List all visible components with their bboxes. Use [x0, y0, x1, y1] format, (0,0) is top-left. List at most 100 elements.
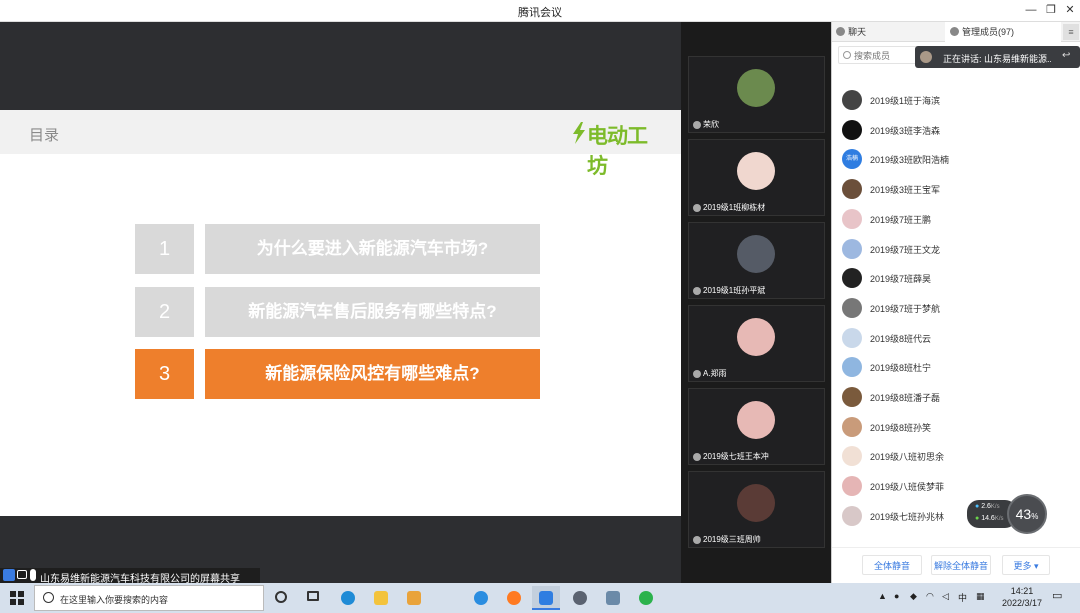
- chevron-up-icon[interactable]: ▲: [878, 591, 887, 601]
- tab-members[interactable]: 管理成员(97): [962, 25, 1014, 38]
- mic-icon[interactable]: ●: [894, 591, 899, 601]
- mute-all-button[interactable]: 全体静音: [862, 555, 922, 575]
- video-tile[interactable]: 2019级七班王本冲: [688, 388, 825, 465]
- download-value: 14.6: [981, 515, 995, 522]
- toc-text: 新能源保险风控有哪些难点?: [205, 349, 540, 399]
- wifi-icon[interactable]: ◠: [926, 591, 934, 602]
- avatar: [842, 327, 862, 348]
- app-icon[interactable]: [599, 586, 627, 610]
- video-tile[interactable]: 2019级1班柳栋材: [688, 139, 825, 216]
- video-name: 2019级七班王本冲: [703, 452, 769, 461]
- shield-icon[interactable]: ◆: [910, 591, 917, 602]
- multitask-icon[interactable]: [300, 586, 328, 610]
- member-item[interactable]: 2019级3班李浩森: [842, 118, 1072, 142]
- logo-text: 电动工坊: [587, 125, 648, 178]
- clock-date: 2022/3/17: [1001, 598, 1043, 608]
- member-name: 2019级7班于梦航: [870, 303, 941, 314]
- task-view-icon[interactable]: [268, 586, 296, 610]
- member-item[interactable]: 2019级8班杜宁: [842, 355, 1072, 379]
- member-name: 2019级7班薛昊: [870, 274, 932, 285]
- member-item[interactable]: 2019级7班王文龙: [842, 237, 1072, 261]
- toc-number: 3: [135, 349, 194, 399]
- avatar: [842, 179, 862, 200]
- avatar: [737, 152, 775, 190]
- member-search[interactable]: [838, 46, 918, 64]
- restore-icon[interactable]: ❐: [1043, 3, 1059, 17]
- member-item[interactable]: 2019级八班初思余: [842, 444, 1072, 468]
- member-name: 2019级八班侯梦菲: [870, 482, 945, 493]
- member-item[interactable]: 2019级1班于海滨: [842, 88, 1072, 112]
- avatar: 浩楠: [842, 149, 862, 170]
- chat-icon: [836, 27, 845, 36]
- video-tile[interactable]: 2019级三班周帅: [688, 471, 825, 548]
- avatar: [842, 387, 862, 407]
- member-item[interactable]: 2019级7班于梦航: [842, 296, 1072, 320]
- taskbar-search-placeholder: 在这里输入你要搜索的内容: [60, 595, 169, 605]
- avatar: [842, 238, 862, 259]
- mic-icon: [693, 536, 701, 544]
- avatar: [737, 484, 775, 522]
- store-icon[interactable]: [400, 586, 428, 610]
- firefox-icon[interactable]: [500, 586, 528, 610]
- windows-start-icon[interactable]: [10, 591, 24, 605]
- member-item[interactable]: 2019级八班侯梦菲: [842, 474, 1072, 498]
- member-item[interactable]: 2019级3班王宝军: [842, 177, 1072, 201]
- member-item[interactable]: 2019级8班代云: [842, 326, 1072, 350]
- avatar: [737, 235, 775, 273]
- mic-icon: [693, 453, 701, 461]
- ime-indicator[interactable]: 中: [958, 591, 967, 604]
- window-titlebar: 腾讯会议 — ❐ ✕: [0, 0, 1080, 22]
- more-button[interactable]: 更多 ▾: [1002, 555, 1050, 575]
- edge-icon[interactable]: [334, 586, 362, 610]
- video-name: 荣欣: [703, 120, 719, 129]
- member-name: 2019级8班杜宁: [870, 363, 932, 374]
- member-name: 2019级3班王宝军: [870, 185, 941, 196]
- member-item[interactable]: 2019级7班王鹏: [842, 207, 1072, 231]
- wechat-icon[interactable]: [632, 586, 660, 610]
- search-input[interactable]: [854, 49, 914, 62]
- ime-grid-icon[interactable]: ▦: [976, 591, 985, 602]
- search-icon: [43, 592, 54, 603]
- memory-percent: 43%: [1007, 494, 1047, 534]
- close-icon[interactable]: ✕: [1062, 3, 1078, 17]
- reply-icon[interactable]: ↩: [1062, 50, 1076, 64]
- avatar: [842, 297, 862, 318]
- member-item[interactable]: 浩楠 2019级3班欧阳浩楠: [842, 147, 1072, 171]
- user-icon: [3, 569, 15, 581]
- unmute-all-button[interactable]: 解除全体静音: [931, 555, 991, 575]
- taskbar: 在这里输入你要搜索的内容 ▲ ● ◆ ◠ ◁ 中 ▦ 14:21 2022/3/…: [0, 583, 1080, 613]
- network-speed-widget[interactable]: ● 2.6K/s ● 14.6K/s 43%: [967, 494, 1047, 534]
- video-tile[interactable]: 荣欣: [688, 56, 825, 133]
- clock-time: 14:21: [1010, 586, 1034, 596]
- tencent-meeting-icon[interactable]: [532, 586, 560, 610]
- member-name: 2019级八班初思余: [870, 452, 945, 463]
- screen-icon: [17, 570, 27, 579]
- ie-icon[interactable]: [467, 586, 495, 610]
- panel-actions: 全体静音 解除全体静音 更多 ▾: [832, 547, 1080, 583]
- avatar: [842, 268, 862, 289]
- minimize-icon[interactable]: —: [1023, 3, 1039, 17]
- clock[interactable]: 14:21 2022/3/17: [998, 585, 1046, 609]
- member-item[interactable]: 2019级7班薛昊: [842, 266, 1072, 290]
- avatar: [842, 476, 862, 497]
- avatar: [842, 119, 862, 140]
- avatar: [842, 505, 862, 526]
- video-tile[interactable]: A.郑雨: [688, 305, 825, 382]
- member-item[interactable]: 2019级8班潘子磊: [842, 385, 1072, 409]
- window-title: 腾讯会议: [518, 7, 562, 19]
- app-icon[interactable]: [566, 586, 594, 610]
- mic-icon: [693, 204, 701, 212]
- more-label: 更多: [1013, 561, 1032, 571]
- notification-icon[interactable]: ▭: [1052, 589, 1062, 602]
- member-item[interactable]: 2019级8班孙笑: [842, 415, 1072, 439]
- file-explorer-icon[interactable]: [367, 586, 395, 610]
- tab-chat[interactable]: 聊天: [848, 25, 866, 38]
- video-name: 2019级1班柳栋材: [703, 203, 766, 212]
- taskbar-search[interactable]: 在这里输入你要搜索的内容: [34, 585, 264, 611]
- percent-value: 43: [1015, 506, 1032, 522]
- volume-icon[interactable]: ◁: [942, 591, 949, 602]
- menu-icon[interactable]: ≡: [1063, 24, 1079, 40]
- avatar: [920, 51, 932, 63]
- upload-value: 2.6: [981, 503, 991, 510]
- video-tile[interactable]: 2019级1班孙平斌: [688, 222, 825, 299]
